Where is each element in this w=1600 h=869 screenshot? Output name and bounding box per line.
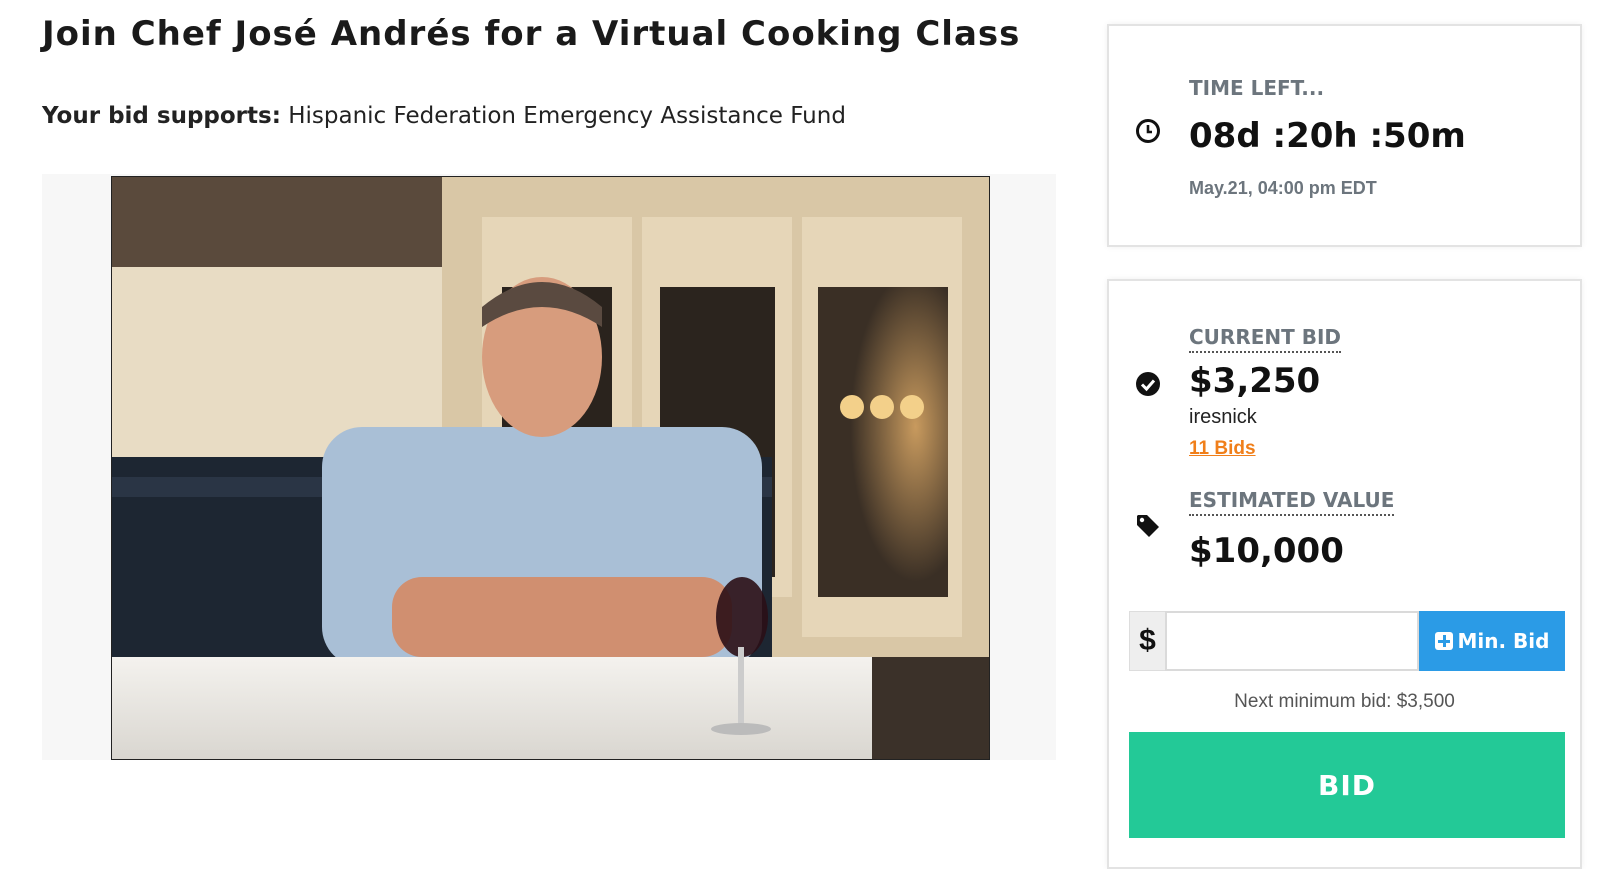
bid-history-link[interactable]: 11 Bids	[1189, 438, 1256, 460]
chef-photo-illustration	[112, 177, 989, 759]
supports-label: Your bid supports:	[42, 103, 281, 129]
clock-icon	[1136, 119, 1160, 143]
page-title: Join Chef José Andrés for a Virtual Cook…	[42, 14, 1021, 54]
estimated-value-amount: $10,000	[1189, 531, 1344, 571]
estimated-value-label: ESTIMATED VALUE	[1189, 488, 1395, 516]
min-bid-button[interactable]: Min. Bid	[1419, 611, 1565, 671]
photo-frame	[42, 174, 1056, 760]
bid-button[interactable]: BID	[1129, 732, 1565, 838]
current-bidder: iresnick	[1189, 406, 1257, 428]
bid-amount-input[interactable]	[1165, 611, 1419, 671]
currency-symbol: $	[1129, 611, 1165, 671]
time-left-card: TIME LEFT... 08d :20h :50m May.21, 04:00…	[1107, 24, 1582, 247]
current-bid-label: CURRENT BID	[1189, 325, 1342, 353]
tag-icon	[1137, 515, 1159, 537]
next-minimum-bid: Next minimum bid: $3,500	[1234, 691, 1455, 712]
bid-input-group: $ Min. Bid	[1129, 611, 1565, 671]
current-bid-amount: $3,250	[1189, 361, 1321, 401]
min-bid-label: Min. Bid	[1457, 629, 1550, 653]
bid-supports: Your bid supports: Hispanic Federation E…	[42, 103, 846, 129]
countdown: 08d :20h :50m	[1189, 116, 1466, 156]
check-circle-icon	[1136, 372, 1160, 396]
auction-photo[interactable]	[111, 176, 990, 760]
plus-square-icon	[1434, 632, 1453, 650]
bid-card: CURRENT BID $3,250 iresnick 11 Bids ESTI…	[1107, 279, 1582, 869]
time-left-label: TIME LEFT...	[1189, 76, 1325, 100]
supports-value: Hispanic Federation Emergency Assistance…	[288, 103, 846, 129]
end-date: May.21, 04:00 pm EDT	[1189, 178, 1377, 198]
